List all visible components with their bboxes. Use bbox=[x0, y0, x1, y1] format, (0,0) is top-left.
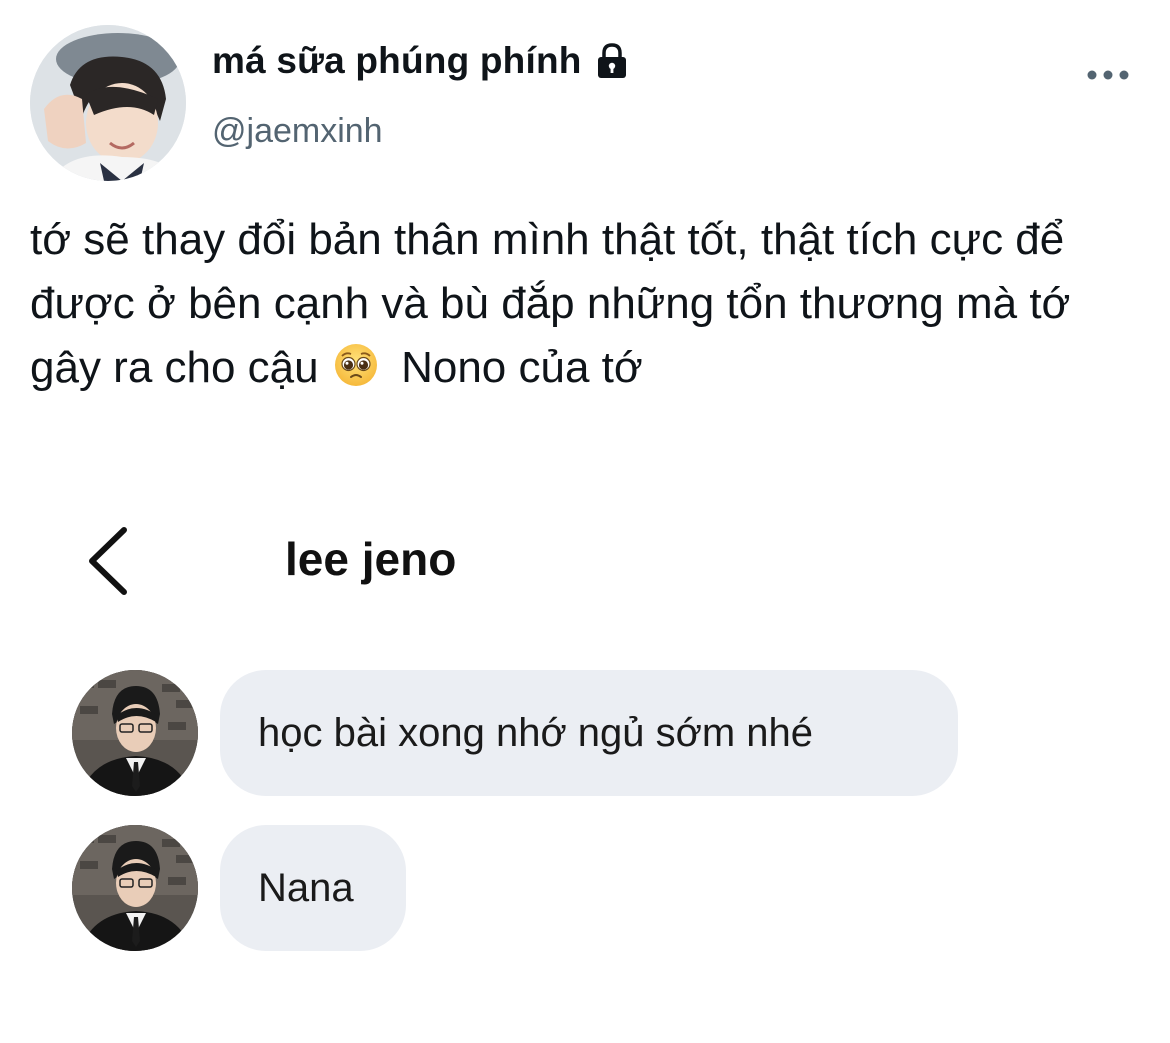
back-button[interactable] bbox=[80, 522, 136, 600]
more-horizontal-icon bbox=[1087, 70, 1129, 80]
message-text: Nana bbox=[258, 865, 354, 910]
author-name-row: má sữa phúng phính bbox=[212, 40, 632, 82]
tweet-text-tail: Nono của tớ bbox=[401, 343, 643, 392]
dm-contact-name: lee jeno bbox=[285, 533, 457, 585]
more-options-button[interactable] bbox=[1084, 62, 1132, 88]
author-handle[interactable]: @jaemxinh bbox=[212, 112, 383, 151]
author-avatar[interactable] bbox=[30, 25, 186, 181]
message-text: học bài xong nhớ ngủ sớm nhé bbox=[258, 710, 814, 755]
tweet-text: tớ sẽ thay đổi bản thân mình thật tốt, t… bbox=[30, 208, 1140, 400]
message-bubble[interactable]: học bài xong nhớ ngủ sớm nhé bbox=[220, 670, 958, 796]
pleading-face-emoji bbox=[333, 342, 379, 388]
contact-avatar bbox=[72, 670, 198, 796]
lock-icon bbox=[592, 41, 632, 81]
contact-avatar bbox=[72, 825, 198, 951]
message-bubble[interactable]: Nana bbox=[220, 825, 406, 951]
chevron-left-icon bbox=[89, 527, 127, 595]
author-avatar-image bbox=[30, 25, 186, 181]
contact-photo-image bbox=[72, 825, 198, 951]
contact-photo-image bbox=[72, 670, 198, 796]
display-name[interactable]: má sữa phúng phính bbox=[212, 40, 582, 82]
